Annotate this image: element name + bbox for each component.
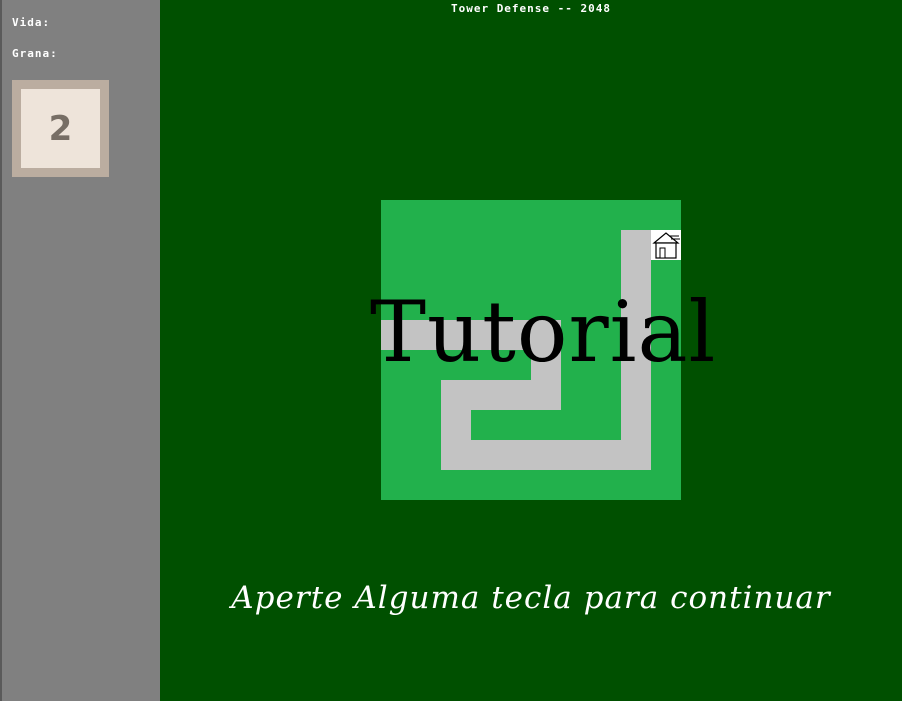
sidebar: Vida: Grana: 2 [0,0,160,701]
tutorial-heading: Tutorial [370,283,717,381]
tower-tile-2[interactable]: 2 [21,89,100,168]
vida-label: Vida: [12,16,51,29]
game-window[interactable]: Vida: Grana: 2 Tower Defense -- 2048 Tut… [0,0,902,701]
grana-label: Grana: [12,47,58,60]
tower-tile-slot[interactable]: 2 [12,80,109,177]
game-title: Tower Defense -- 2048 [450,2,612,15]
house-icon [651,230,681,260]
continue-prompt: Aperte Alguma tecla para continuar [231,580,831,616]
path-segment-bottom [441,440,651,470]
